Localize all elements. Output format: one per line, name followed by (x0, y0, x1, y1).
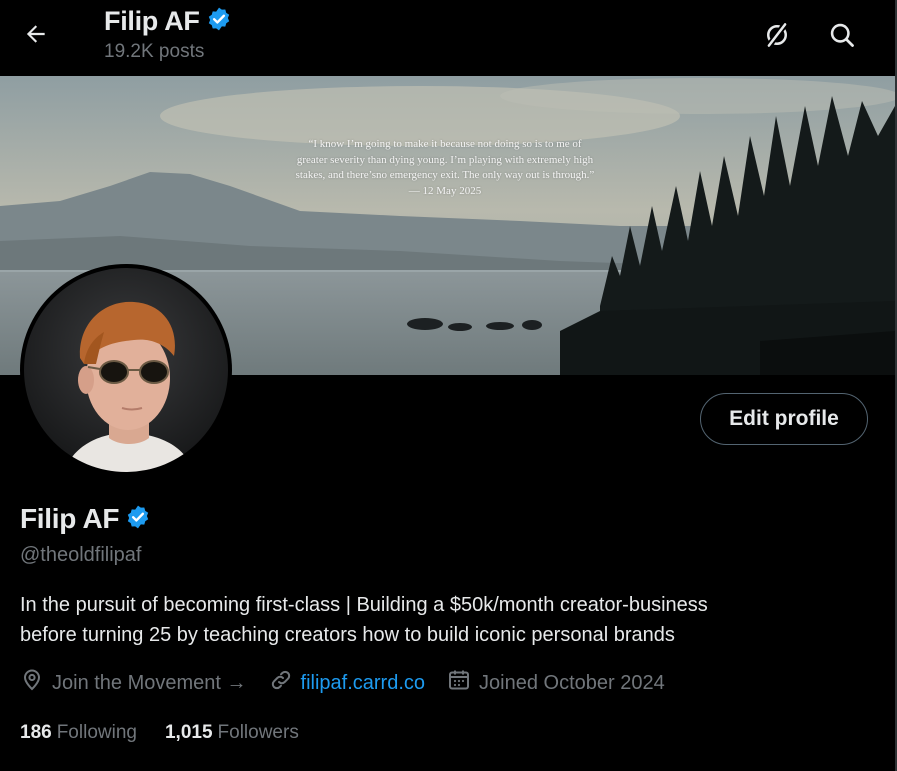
location-icon (20, 668, 44, 698)
posts-count: 19.2K posts (104, 41, 205, 62)
quote-line: stakes, and there’sno emergency exit. Th… (295, 169, 595, 181)
back-button[interactable] (16, 18, 56, 54)
website-item[interactable]: filipaf.carrd.co (269, 668, 426, 698)
profile-meta: Join the Movement → filipaf.carrd.co Joi… (20, 668, 687, 698)
joined-item: Joined October 2024 (447, 668, 665, 698)
website-link[interactable]: filipaf.carrd.co (301, 672, 426, 695)
link-icon (269, 668, 293, 698)
search-icon (828, 21, 856, 54)
calendar-icon (447, 668, 471, 698)
edit-profile-button[interactable]: Edit profile (700, 393, 868, 445)
following-label: Following (56, 722, 137, 743)
top-bar: Filip AF 19.2K posts (0, 0, 895, 76)
header-title: Filip AF (104, 6, 200, 36)
profile-stats: 186 Following 1,015 Followers (20, 722, 327, 744)
joined-text: Joined October 2024 (479, 671, 665, 694)
disconnect-button[interactable] (757, 18, 797, 56)
bio-line: before turning 25 by teaching creators h… (20, 624, 675, 646)
quote-line: greater severity than dying young. I’m p… (296, 153, 594, 166)
verified-badge-icon[interactable] (125, 504, 151, 535)
quote-date: — 12 May 2025 (408, 184, 482, 197)
profile-bio: In the pursuit of becoming first-class |… (20, 590, 860, 650)
quote-line: “I know I’m going to make it because not… (308, 138, 582, 150)
following-link[interactable]: 186 Following (20, 722, 137, 744)
search-button[interactable] (822, 18, 862, 56)
profile-name: Filip AF (20, 503, 120, 534)
verified-badge-icon (206, 6, 232, 37)
location-item: Join the Movement → (20, 668, 247, 698)
followers-link[interactable]: 1,015 Followers (165, 722, 299, 744)
header-title-block: Filip AF 19.2K posts (104, 6, 232, 63)
avatar-image (24, 268, 228, 472)
location-text: Join the Movement → (52, 671, 247, 694)
followers-count: 1,015 (164, 722, 213, 743)
bio-line: In the pursuit of becoming first-class |… (20, 594, 708, 616)
followers-label: Followers (217, 722, 299, 743)
profile-name-row: Filip AF (20, 503, 151, 535)
following-count: 186 (20, 722, 52, 743)
profile-handle: @theoldfilipaf (20, 544, 142, 566)
disconnect-icon (762, 20, 792, 55)
back-arrow-icon (23, 21, 49, 52)
banner-quote: “I know I’m going to make it because not… (255, 137, 635, 199)
avatar[interactable] (20, 264, 232, 476)
